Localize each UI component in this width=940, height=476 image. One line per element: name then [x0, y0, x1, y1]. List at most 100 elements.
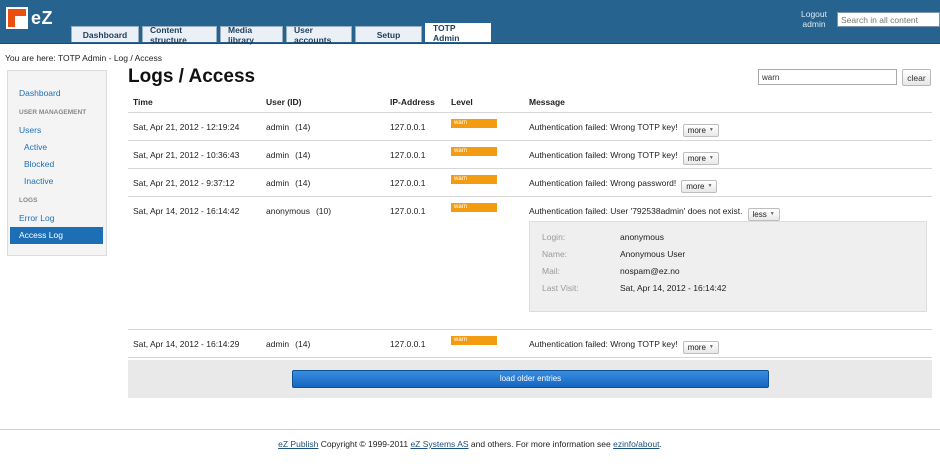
- tab-totp-admin[interactable]: TOTP Admin: [425, 23, 491, 43]
- column-header-level: Level: [451, 97, 473, 107]
- row-username: admin: [266, 150, 290, 160]
- row-username: admin: [266, 178, 290, 188]
- row-user-id: (14): [295, 178, 311, 188]
- row-level: warn: [451, 169, 497, 197]
- more-button-label: more: [687, 343, 706, 352]
- detail-last-visit: Last Visit: Sat, Apr 14, 2012 - 16:14:42: [542, 283, 726, 293]
- level-badge: warn: [451, 203, 497, 213]
- log-table: Time User (ID) IP-Address Level Message …: [128, 94, 932, 358]
- sidebar-item-dashboard[interactable]: Dashboard: [8, 85, 106, 102]
- load-older-button[interactable]: load older entries: [292, 370, 769, 388]
- tab-dashboard[interactable]: Dashboard: [71, 26, 139, 42]
- sidebar-item-error-log[interactable]: Error Log: [8, 210, 106, 227]
- table-row-expanded: Sat, Apr 14, 2012 - 16:14:42 anonymous (1…: [128, 197, 932, 330]
- left-sidebar: Dashboard USER MANAGEMENT Users Active B…: [7, 70, 107, 256]
- row-ip: 127.0.0.1: [390, 150, 426, 160]
- row-user: admin (14): [266, 113, 310, 141]
- sidebar-heading-user-management: USER MANAGEMENT: [19, 109, 87, 116]
- row-message-cell: Authentication failed: Wrong TOTP key! mo…: [529, 113, 719, 141]
- column-header-ip: IP-Address: [390, 97, 435, 107]
- detail-mail: Mail: nospam@ez.no: [542, 266, 680, 276]
- row-message: Authentication failed: Wrong TOTP key!: [529, 339, 678, 349]
- row-level: warn: [451, 141, 497, 169]
- sidebar-item-users[interactable]: Users: [8, 122, 106, 139]
- row-username: anonymous: [266, 206, 310, 216]
- chevron-down-icon: ▼: [708, 344, 714, 351]
- detail-last-visit-value: Sat, Apr 14, 2012 - 16:14:42: [620, 283, 727, 293]
- tab-content-structure[interactable]: Content structure: [142, 25, 217, 45]
- row-user-id: (14): [295, 122, 311, 132]
- footer: eZ Publish Copyright © 1999-2011 eZ Syst…: [0, 429, 940, 476]
- detail-name: Name: Anonymous User: [542, 249, 685, 259]
- clear-button[interactable]: clear: [902, 69, 931, 86]
- level-badge: warn: [451, 119, 497, 129]
- row-user-id: (14): [295, 339, 311, 349]
- chevron-down-icon: ▼: [769, 211, 775, 218]
- more-button[interactable]: more ▼: [681, 180, 718, 193]
- detail-login-value: anonymous: [620, 232, 664, 242]
- row-time: Sat, Apr 21, 2012 - 9:37:12: [133, 178, 235, 188]
- footer-tail: and others. For more information see: [468, 439, 614, 449]
- tab-user-accounts[interactable]: User accounts: [286, 25, 352, 45]
- footer-copyright: Copyright © 1999-2011: [318, 439, 411, 449]
- table-row: Sat, Apr 21, 2012 - 10:36:43 admin (14) 1…: [128, 141, 932, 169]
- top-header: eZ Dashboard Content structure Media lib…: [0, 0, 940, 45]
- tab-media-library[interactable]: Media library: [220, 25, 283, 45]
- less-button-label: less: [752, 210, 767, 219]
- row-time: Sat, Apr 21, 2012 - 10:36:43: [133, 150, 240, 160]
- less-button[interactable]: less ▼: [747, 208, 780, 221]
- detail-login-label: Login:: [542, 232, 566, 242]
- more-button[interactable]: more ▼: [682, 341, 719, 354]
- level-badge: warn: [451, 336, 497, 346]
- filter-input[interactable]: [758, 69, 897, 85]
- table-row: Sat, Apr 21, 2012 - 9:37:12 admin (14) 12…: [128, 169, 932, 197]
- sidebar-item-access-log[interactable]: Access Log: [10, 227, 103, 244]
- row-message: Authentication failed: Wrong password!: [529, 178, 677, 188]
- row-level: warn: [451, 330, 497, 358]
- level-badge: warn: [451, 175, 497, 185]
- footer-link-ezinfo[interactable]: ezinfo/about: [613, 439, 659, 449]
- column-header-message: Message: [529, 97, 565, 107]
- row-message: Authentication failed: User '792538admin…: [529, 206, 743, 216]
- row-user-id: (10): [315, 206, 332, 216]
- detail-name-value: Anonymous User: [620, 249, 686, 259]
- row-user: anonymous (10): [266, 197, 331, 225]
- row-level: warn: [451, 113, 497, 141]
- detail-last-visit-label: Last Visit:: [542, 283, 579, 293]
- row-message: Authentication failed: Wrong TOTP key!: [529, 150, 678, 160]
- page-title: Logs / Access: [128, 66, 256, 87]
- more-button-label: more: [687, 154, 706, 163]
- more-button[interactable]: more ▼: [682, 124, 719, 137]
- row-message-cell: Authentication failed: Wrong TOTP key! mo…: [529, 330, 719, 358]
- sidebar-item-blocked[interactable]: Blocked: [8, 156, 106, 173]
- row-message-cell: Authentication failed: Wrong TOTP key! mo…: [529, 141, 719, 169]
- footer-link-ez-systems[interactable]: eZ Systems AS: [410, 439, 468, 449]
- current-user: admin: [802, 19, 826, 29]
- detail-login: Login: anonymous: [542, 232, 664, 242]
- row-user: admin (14): [266, 169, 310, 197]
- footer-link-ez-publish[interactable]: eZ Publish: [278, 439, 318, 449]
- logout-link[interactable]: Logout: [795, 9, 833, 19]
- user-detail-panel: Login: anonymous Name: Anonymous User Mail…: [529, 221, 927, 312]
- ez-logo[interactable]: eZ: [6, 7, 53, 29]
- table-header: Time User (ID) IP-Address Level Message: [128, 94, 932, 113]
- column-header-time: Time: [133, 97, 153, 107]
- footer-text: eZ Publish Copyright © 1999-2011 eZ Syst…: [0, 439, 940, 449]
- detail-name-label: Name:: [542, 249, 568, 259]
- main-tabs: Dashboard Content structure Media librar…: [71, 23, 491, 45]
- row-username: admin: [266, 339, 290, 349]
- logout-block: Logout admin: [795, 9, 833, 29]
- more-button-label: more: [687, 126, 706, 135]
- sidebar-item-inactive[interactable]: Inactive: [8, 173, 106, 190]
- row-time: Sat, Apr 14, 2012 - 16:14:42: [133, 206, 240, 216]
- row-message: Authentication failed: Wrong TOTP key!: [529, 122, 678, 132]
- breadcrumb: You are here: TOTP Admin - Log / Access: [5, 53, 163, 63]
- search-input[interactable]: [837, 12, 940, 27]
- tab-setup[interactable]: Setup: [355, 26, 422, 42]
- level-badge: warn: [451, 147, 497, 157]
- table-row: Sat, Apr 14, 2012 - 16:14:29 admin (14) 1…: [128, 330, 932, 358]
- logo-mark-icon: [6, 7, 28, 29]
- row-time: Sat, Apr 21, 2012 - 12:19:24: [133, 122, 240, 132]
- more-button[interactable]: more ▼: [682, 152, 719, 165]
- sidebar-item-active[interactable]: Active: [8, 139, 106, 156]
